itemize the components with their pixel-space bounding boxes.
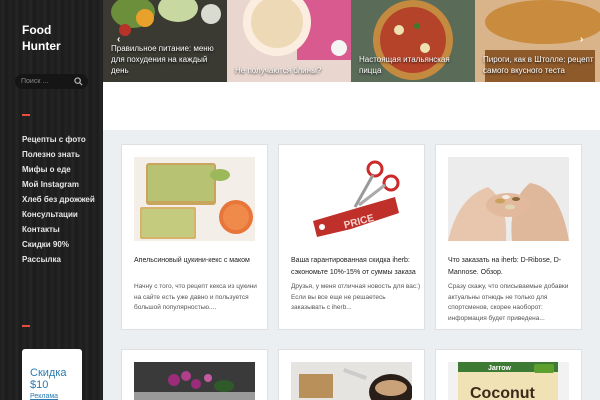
sidebar: Food Hunter Рецепты с фото Полезно знать… xyxy=(0,0,103,400)
post-excerpt: Начну с того, что рецепт кекса из цукини… xyxy=(134,283,257,311)
post-thumbnail[interactable] xyxy=(448,157,569,241)
post-thumbnail[interactable] xyxy=(134,157,255,241)
featured-slider: Правильное питание: меню для похудения н… xyxy=(103,0,600,82)
post-card[interactable]: Что заказать на iherb: D-Ribose, D-Manno… xyxy=(435,144,582,330)
slider-next-arrow[interactable]: › xyxy=(580,34,583,45)
search-box[interactable] xyxy=(15,74,88,89)
pills-in-hands-photo xyxy=(448,157,569,241)
nav-item-myths[interactable]: Мифы о еде xyxy=(22,164,100,175)
nav-item-instagram[interactable]: Мой Instagram xyxy=(22,179,100,190)
slider-prev-arrow[interactable]: ‹ xyxy=(117,34,120,45)
nav-item-bread[interactable]: Хлеб без дрожжей xyxy=(22,194,100,205)
post-card[interactable]: Jarrow Coconut xyxy=(435,349,582,400)
post-thumbnail[interactable] xyxy=(134,362,255,400)
coconut-product-photo: Jarrow Coconut xyxy=(448,362,569,400)
post-thumbnail[interactable]: PRICE xyxy=(291,157,412,241)
post-card[interactable]: Апельсиновый цукини-кекс с маком Начну с… xyxy=(121,144,268,330)
slide-item[interactable]: Настоящая итальянская пицца xyxy=(351,0,475,82)
nav-item-useful[interactable]: Полезно знать xyxy=(22,149,100,160)
main-nav: Рецепты с фото Полезно знать Мифы о еде … xyxy=(22,134,100,269)
price-tag-scissors-photo: PRICE xyxy=(291,157,412,241)
post-thumbnail[interactable]: Jarrow Coconut xyxy=(448,362,569,400)
post-excerpt: Сразу скажу, что описываемые добавки акт… xyxy=(448,283,569,322)
nav-divider xyxy=(22,114,30,116)
nav-item-recipes[interactable]: Рецепты с фото xyxy=(22,134,100,145)
nav-item-discounts[interactable]: Скидки 90% xyxy=(22,239,100,250)
slide-caption[interactable]: Настоящая итальянская пицца xyxy=(359,54,469,76)
post-card[interactable] xyxy=(121,349,268,400)
search-input[interactable] xyxy=(21,75,73,88)
coffee-dessert-photo xyxy=(291,362,412,400)
nav-item-consultations[interactable]: Консультации xyxy=(22,209,100,220)
slide-caption[interactable]: Пироги, как в Штолле: рецепт самого вкус… xyxy=(483,54,594,76)
product-brand: Jarrow xyxy=(488,365,512,372)
sidebar-divider xyxy=(22,325,30,327)
nav-item-contacts[interactable]: Контакты xyxy=(22,224,100,235)
slide-caption[interactable]: Правильное питание: меню для похудения н… xyxy=(111,43,221,76)
site-logo-text[interactable]: Food Hunter xyxy=(22,22,82,54)
post-excerpt: Друзья, у меня отличная новость для вас:… xyxy=(291,283,421,311)
slide-item[interactable]: Не получаются блины? xyxy=(227,0,351,82)
citrus-cake-photo xyxy=(134,157,255,241)
nav-item-newsletter[interactable]: Рассылка xyxy=(22,254,100,265)
promo-link[interactable]: Реклама xyxy=(30,393,82,400)
post-title[interactable]: Ваша гарантированная скидка iherb: сэкон… xyxy=(291,255,419,279)
slide-caption[interactable]: Не получаются блины? xyxy=(235,65,345,76)
promo-widget[interactable]: Скидка $10 Реклама xyxy=(22,349,82,400)
slide-item[interactable]: Правильное питание: меню для похудения н… xyxy=(103,0,227,82)
promo-title[interactable]: Скидка $10 xyxy=(30,367,82,391)
post-card[interactable] xyxy=(278,349,425,400)
post-thumbnail[interactable] xyxy=(291,362,412,400)
search-icon[interactable] xyxy=(74,77,83,86)
post-card[interactable]: PRICE Ваша гарантированная скидка iherb:… xyxy=(278,144,425,330)
post-title[interactable]: Апельсиновый цукини-кекс с маком xyxy=(134,255,262,267)
orchid-table-photo xyxy=(134,362,255,400)
post-title[interactable]: Что заказать на iherb: D-Ribose, D-Manno… xyxy=(448,255,576,279)
content-header-band xyxy=(103,82,600,130)
product-name: Coconut xyxy=(470,385,536,400)
